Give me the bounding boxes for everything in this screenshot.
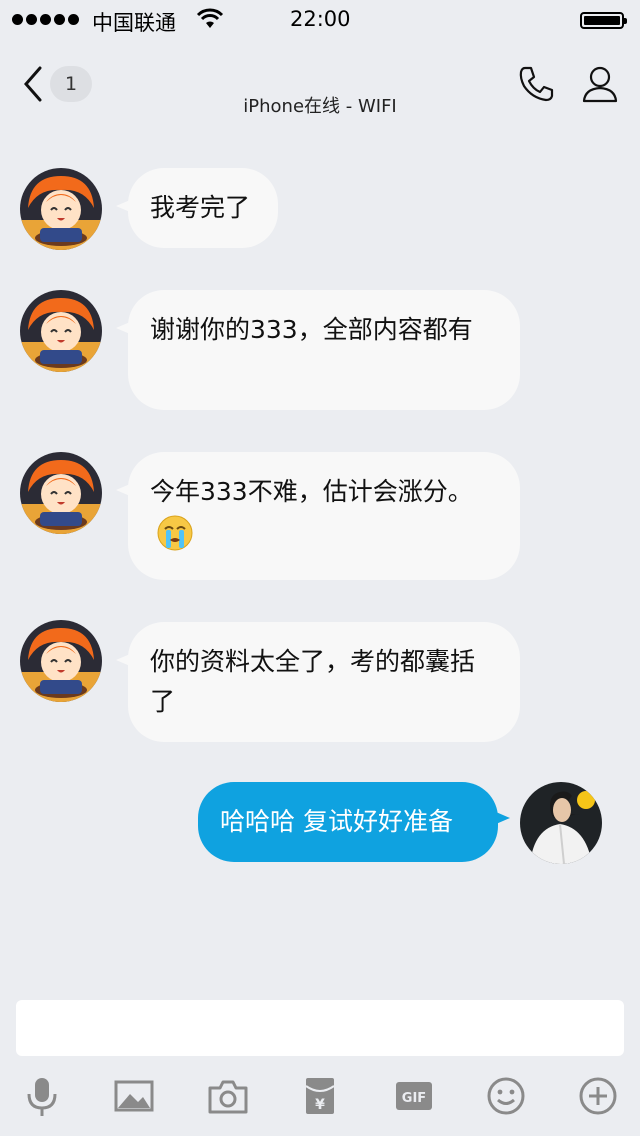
message-bubble[interactable]: 你的资料太全了，考的都囊括了 bbox=[116, 622, 520, 742]
contact-avatar[interactable] bbox=[20, 620, 102, 702]
message-bubble[interactable]: 哈哈哈 复试好好准备 bbox=[198, 782, 510, 862]
signal-strength-icon bbox=[12, 14, 79, 25]
clock: 22:00 bbox=[290, 7, 351, 31]
message-bubble[interactable]: 今年333不难，估计会涨分。 bbox=[116, 452, 520, 580]
battery-icon bbox=[580, 12, 627, 29]
message-text: 谢谢你的333，全部内容都有 bbox=[150, 315, 473, 344]
camera-icon[interactable] bbox=[206, 1074, 250, 1118]
message-bubble[interactable]: 我考完了 bbox=[116, 168, 278, 248]
chat-toolbar: ¥ GIF bbox=[0, 1064, 640, 1136]
crying-face-icon bbox=[157, 515, 193, 551]
carrier-name: 中国联通 bbox=[92, 11, 176, 35]
red-packet-icon[interactable]: ¥ bbox=[298, 1074, 342, 1118]
svg-text:¥: ¥ bbox=[315, 1097, 325, 1113]
message-text: 今年333不难，估计会涨分。 bbox=[150, 477, 473, 506]
contact-avatar[interactable] bbox=[20, 452, 102, 534]
message-bubble[interactable]: 谢谢你的333，全部内容都有 bbox=[116, 290, 520, 410]
contact-avatar[interactable] bbox=[20, 290, 102, 372]
gif-icon[interactable]: GIF bbox=[392, 1074, 436, 1118]
svg-text:GIF: GIF bbox=[402, 1091, 426, 1106]
message-text: 你的资料太全了，考的都囊括了 bbox=[150, 647, 476, 716]
plus-icon[interactable] bbox=[576, 1074, 620, 1118]
user-profile-icon[interactable] bbox=[580, 64, 620, 104]
image-icon[interactable] bbox=[112, 1074, 156, 1118]
emoji-icon[interactable] bbox=[484, 1074, 528, 1118]
message-input[interactable] bbox=[16, 1000, 624, 1056]
my-avatar[interactable] bbox=[520, 782, 602, 864]
message-text: 哈哈哈 复试好好准备 bbox=[220, 807, 453, 836]
contact-avatar[interactable] bbox=[20, 168, 102, 250]
status-bar: 中国联通 22:00 bbox=[0, 0, 640, 40]
phone-icon[interactable] bbox=[516, 64, 556, 104]
wifi-icon bbox=[196, 8, 224, 28]
microphone-icon[interactable] bbox=[20, 1074, 64, 1118]
message-text: 我考完了 bbox=[150, 193, 251, 222]
